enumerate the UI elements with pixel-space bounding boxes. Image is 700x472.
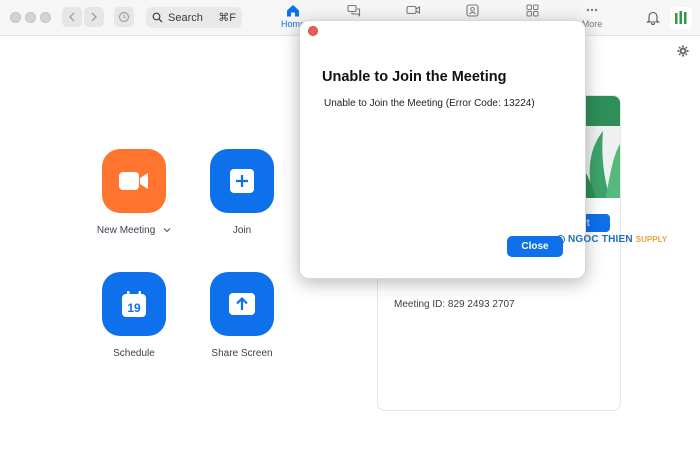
window-minimize-button[interactable] — [25, 12, 36, 23]
watermark-mark-icon — [556, 235, 565, 244]
chevron-down-icon[interactable] — [163, 227, 171, 233]
schedule-button[interactable]: 19 — [102, 272, 166, 336]
new-meeting-label: New Meeting — [79, 225, 189, 236]
chevron-left-icon — [69, 12, 75, 22]
gear-icon — [677, 45, 689, 57]
join-button[interactable] — [210, 149, 274, 213]
video-camera-icon — [119, 172, 148, 190]
share-screen-button[interactable] — [210, 272, 274, 336]
new-meeting-button[interactable] — [102, 149, 166, 213]
plus-icon — [230, 169, 254, 193]
more-icon — [586, 8, 598, 12]
clock-icon — [118, 11, 130, 23]
meeting-id: Meeting ID: 829 2493 2707 — [394, 299, 515, 310]
chat-icon — [347, 4, 361, 17]
calendar-day: 19 — [127, 301, 141, 315]
window-zoom-button[interactable] — [40, 12, 51, 23]
window-close-button[interactable] — [10, 12, 21, 23]
share-screen-label: Share Screen — [211, 348, 273, 359]
contacts-icon — [465, 4, 479, 17]
avatar[interactable] — [670, 7, 692, 29]
watermark-name: NGOC THIEN — [568, 234, 633, 245]
settings-button[interactable] — [677, 44, 689, 62]
search-input[interactable]: Search ⌘F — [146, 7, 242, 28]
meetings-icon — [405, 5, 420, 15]
notifications-button[interactable] — [645, 10, 662, 26]
avatar-logo-icon — [675, 11, 687, 24]
error-dialog: Unable to Join the Meeting Unable to Joi… — [299, 20, 586, 279]
history-button[interactable] — [114, 7, 134, 27]
close-button[interactable]: Close — [507, 236, 563, 257]
schedule-label: Schedule — [113, 348, 155, 359]
watermark-tag: SUPPLY — [635, 235, 668, 244]
apps-icon — [526, 4, 538, 17]
watermark-logo: NGOC THIEN SUPPLY — [556, 234, 667, 245]
home-icon — [287, 5, 299, 17]
search-placeholder: Search — [168, 11, 203, 24]
back-button[interactable] — [62, 7, 82, 27]
join-label: Join — [232, 225, 252, 236]
forward-button[interactable] — [84, 7, 104, 27]
search-icon — [152, 12, 163, 23]
calendar-icon: 19 — [122, 291, 146, 317]
dialog-close-dot[interactable] — [308, 26, 318, 36]
chevron-right-icon — [91, 12, 97, 22]
dialog-title: Unable to Join the Meeting — [322, 69, 507, 85]
share-screen-icon — [229, 293, 255, 315]
search-shortcut: ⌘F — [218, 12, 236, 24]
dialog-message: Unable to Join the Meeting (Error Code: … — [324, 98, 535, 109]
bell-icon — [645, 11, 661, 25]
